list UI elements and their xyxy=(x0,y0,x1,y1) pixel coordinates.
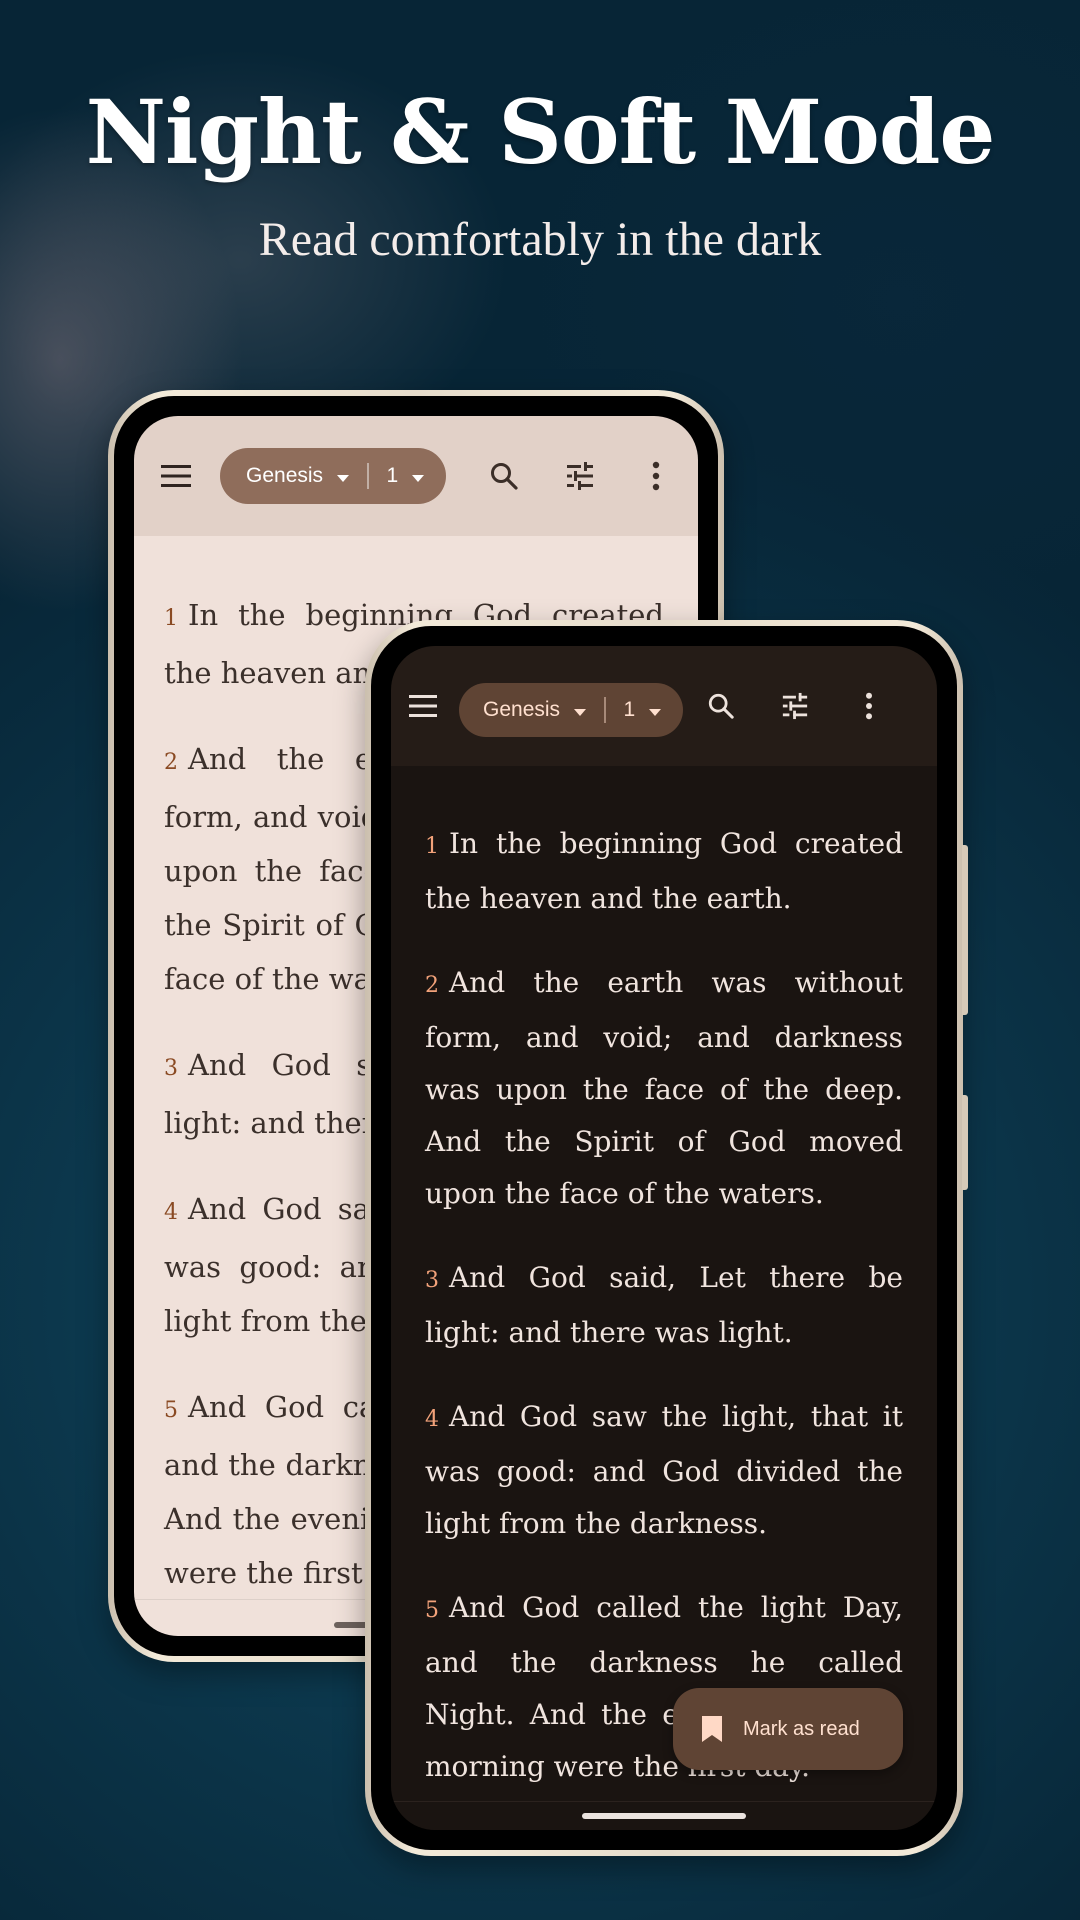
hamburger-menu-icon[interactable] xyxy=(393,646,453,766)
divider xyxy=(604,697,606,723)
search-icon[interactable] xyxy=(691,646,751,766)
chapter-dropdown[interactable]: 1 xyxy=(624,698,662,722)
subheadline: Read comfortably in the dark xyxy=(258,213,822,266)
mark-as-read-label: Mark as read xyxy=(743,1717,860,1740)
bookmark-icon xyxy=(701,1715,723,1743)
power-button xyxy=(962,1095,968,1190)
chapter-dropdown[interactable]: 1 xyxy=(387,464,425,488)
book-name: Genesis xyxy=(483,698,561,721)
divider xyxy=(367,463,369,489)
verse-number: 4 xyxy=(425,1407,439,1432)
phone-night-mode: Genesis 1 1 In the beginning God created … xyxy=(365,620,968,1856)
mark-as-read-button[interactable]: Mark as read xyxy=(673,1688,903,1770)
tune-sliders-icon[interactable] xyxy=(550,416,610,536)
nav-divider xyxy=(391,1801,937,1802)
verse-number: 2 xyxy=(164,750,178,775)
more-vertical-icon[interactable] xyxy=(839,646,899,766)
verse-number: 2 xyxy=(425,973,439,998)
verse[interactable]: 2And the earth was without form, and voi… xyxy=(425,957,903,1220)
verse[interactable]: 1 In the beginning God created the heaven… xyxy=(425,818,903,925)
volume-button xyxy=(962,845,968,1015)
chapter-number: 1 xyxy=(386,464,399,487)
hamburger-menu-icon[interactable] xyxy=(146,416,206,536)
gesture-bar[interactable] xyxy=(582,1813,746,1819)
reading-pane: 1 In the beginning God created the heaven… xyxy=(391,766,937,1830)
verse-text: And God said, Let there be light: and th… xyxy=(425,1261,903,1349)
more-vertical-icon[interactable] xyxy=(626,416,686,536)
app-toolbar: Genesis 1 xyxy=(134,416,698,536)
verse-number: 5 xyxy=(425,1598,439,1623)
verse[interactable]: 3And God said, Let there be light: and t… xyxy=(425,1252,903,1359)
verse-number: 1 xyxy=(425,834,439,859)
chevron-down-icon xyxy=(412,475,425,482)
verse-text: In the beginning God created the heaven … xyxy=(425,827,903,915)
verse-number: 3 xyxy=(425,1268,439,1293)
verse-number: 3 xyxy=(164,1056,178,1081)
book-dropdown[interactable]: Genesis xyxy=(483,698,587,722)
chevron-down-icon xyxy=(649,709,662,716)
search-icon[interactable] xyxy=(474,416,534,536)
chevron-down-icon xyxy=(337,475,350,482)
verse-text: And the earth was without form, and void… xyxy=(425,966,903,1210)
verse-text: And God saw the light, that it was good:… xyxy=(425,1400,903,1540)
chapter-number: 1 xyxy=(623,698,636,721)
book-chapter-selector[interactable]: Genesis 1 xyxy=(459,683,684,737)
verse-number: 5 xyxy=(164,1398,178,1423)
verse-number: 1 xyxy=(164,606,178,631)
tune-sliders-icon[interactable] xyxy=(765,646,825,766)
chevron-down-icon xyxy=(574,709,587,716)
book-name: Genesis xyxy=(246,464,324,487)
book-chapter-selector[interactable]: Genesis 1 xyxy=(220,448,447,504)
headline: Night & Soft Mode xyxy=(85,80,996,184)
verse[interactable]: 4And God saw the light, that it was good… xyxy=(425,1391,903,1550)
book-dropdown[interactable]: Genesis xyxy=(246,464,350,488)
verse-number: 4 xyxy=(164,1200,178,1225)
app-toolbar: Genesis 1 xyxy=(391,646,937,766)
screen-night-mode: Genesis 1 1 In the beginning God created … xyxy=(391,646,937,1830)
